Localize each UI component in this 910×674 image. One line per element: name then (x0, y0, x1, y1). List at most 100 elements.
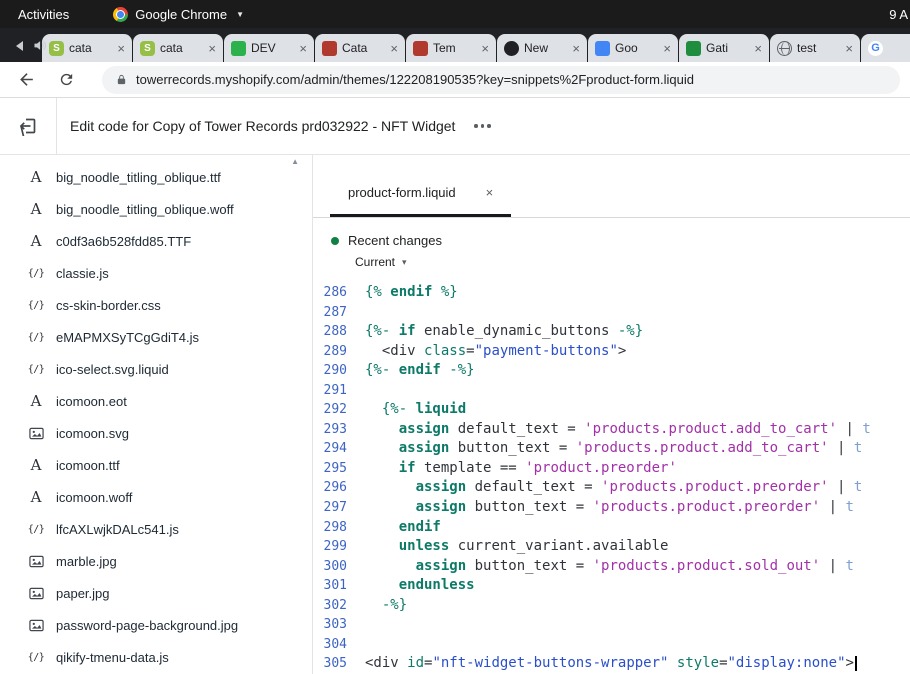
file-item[interactable]: Abig_noodle_titling_oblique.woff (0, 193, 312, 225)
file-item[interactable]: icomoon.svg (0, 417, 312, 449)
file-item[interactable]: {/}cs-skin-border.css (0, 289, 312, 321)
file-item[interactable]: {/}classie.js (0, 257, 312, 289)
chevron-down-icon: ▾ (402, 257, 407, 268)
code-area[interactable]: 286{% endif %}287288{%- if enable_dynami… (313, 283, 910, 674)
code-line[interactable]: 305<div id="nft-widget-buttons-wrapper" … (313, 654, 910, 674)
file-item[interactable]: {/}eMAPMXSyTCgGdiT4.js (0, 321, 312, 353)
code-file-icon: {/} (27, 364, 45, 375)
code-line-content: endif (347, 518, 441, 538)
line-number: 305 (313, 654, 347, 674)
globe-favicon (777, 41, 792, 56)
code-line[interactable]: 298 endif (313, 518, 910, 538)
file-item[interactable]: Ac0df3a6b528fdd85.TTF (0, 225, 312, 257)
file-item[interactable]: paper.jpg (0, 577, 312, 609)
more-options-icon[interactable] (470, 118, 495, 134)
code-line[interactable]: 286{% endif %} (313, 283, 910, 303)
file-item[interactable]: Aicomoon.eot (0, 385, 312, 417)
code-line-content: {%- liquid (347, 400, 466, 420)
line-number: 288 (313, 322, 347, 342)
font-file-icon: A (27, 200, 45, 218)
tab-close-icon[interactable]: × (481, 42, 489, 55)
lock-icon (116, 73, 127, 86)
square-favicon (595, 41, 610, 56)
code-line[interactable]: 294 assign button_text = 'products.produ… (313, 439, 910, 459)
browser-tab[interactable]: Gati× (679, 34, 769, 62)
exit-button[interactable] (0, 98, 57, 154)
version-meta: Recent changes Current ▾ (313, 218, 910, 283)
file-item[interactable]: Abig_noodle_titling_oblique.ttf (0, 161, 312, 193)
code-line[interactable]: 289 <div class="payment-buttons"> (313, 342, 910, 362)
audio-speaker-icon (32, 38, 47, 53)
tab-close-icon[interactable]: × (390, 42, 398, 55)
tab-close-icon[interactable]: × (845, 42, 853, 55)
code-line[interactable]: 288{%- if enable_dynamic_buttons -%} (313, 322, 910, 342)
tab-close-icon[interactable]: × (663, 42, 671, 55)
tab-close-icon[interactable]: × (754, 42, 762, 55)
code-line-content: unless current_variant.available (347, 537, 668, 557)
code-file-icon: {/} (27, 524, 45, 535)
editor-tab-product-form[interactable]: product-form.liquid × (330, 171, 511, 217)
code-line-content: {% endif %} (347, 283, 458, 303)
browser-tab[interactable]: DEV× (224, 34, 314, 62)
url-text: towerrecords.myshopify.com/admin/themes/… (136, 72, 694, 87)
file-name: classie.js (56, 266, 109, 281)
browser-tab[interactable]: test × (770, 34, 860, 62)
tab-close-icon[interactable]: × (117, 42, 125, 55)
reload-button[interactable] (54, 68, 78, 92)
line-number: 297 (313, 498, 347, 518)
file-name: eMAPMXSyTCgGdiT4.js (56, 330, 199, 345)
browser-tab[interactable]: Scata× (133, 34, 223, 62)
tab-close-icon[interactable]: × (208, 42, 216, 55)
code-line[interactable]: 297 assign button_text = 'products.produ… (313, 498, 910, 518)
code-line[interactable]: 292 {%- liquid (313, 400, 910, 420)
code-line[interactable]: 291 (313, 381, 910, 401)
code-line[interactable]: 304 (313, 635, 910, 655)
tab-close-icon[interactable]: × (572, 42, 580, 55)
tab-title: test (797, 41, 840, 55)
code-line[interactable]: 296 assign default_text = 'products.prod… (313, 478, 910, 498)
exit-icon (18, 116, 38, 136)
tab-scroll-left-icon[interactable] (16, 41, 23, 51)
line-number: 294 (313, 439, 347, 459)
file-name: big_noodle_titling_oblique.ttf (56, 170, 221, 185)
file-item[interactable]: {/} ico-select.svg.liquid (0, 353, 312, 385)
browser-tab[interactable]: G (861, 34, 910, 62)
file-item[interactable]: Aicomoon.woff (0, 481, 312, 513)
code-line[interactable]: 301 endunless (313, 576, 910, 596)
browser-tab[interactable]: Scata× (42, 34, 132, 62)
code-line[interactable]: 295 if template == 'product.preorder' (313, 459, 910, 479)
omnibox[interactable]: towerrecords.myshopify.com/admin/themes/… (102, 66, 900, 94)
file-item[interactable]: {/}lfcAXLwjkDALc541.js (0, 513, 312, 545)
editor-panel: product-form.liquid × Recent changes Cur… (313, 155, 910, 674)
back-button[interactable] (14, 68, 38, 92)
browser-tab[interactable]: Cata× (315, 34, 405, 62)
screen: Activities Google Chrome ▼ 9 A Scata×Sca… (0, 0, 910, 674)
browser-tab[interactable]: Tem× (406, 34, 496, 62)
file-item[interactable]: {/}qikify-tmenu-data.js (0, 641, 312, 673)
text-cursor (855, 656, 857, 671)
file-item[interactable]: Aicomoon.ttf (0, 449, 312, 481)
file-list: ▲ Abig_noodle_titling_oblique.ttfAbig_no… (0, 155, 313, 674)
code-line[interactable]: 287 (313, 303, 910, 323)
browser-tab[interactable]: Goo × (588, 34, 678, 62)
browser-tab[interactable]: New× (497, 34, 587, 62)
code-line-content: <div class="payment-buttons"> (347, 342, 626, 362)
tab-title: Goo (615, 41, 658, 55)
file-item[interactable]: marble.jpg (0, 545, 312, 577)
version-dropdown[interactable]: Current ▾ (355, 255, 910, 269)
file-name: ico-select.svg.liquid (56, 362, 169, 377)
code-line[interactable]: 300 assign button_text = 'products.produ… (313, 557, 910, 577)
activities-button[interactable]: Activities (10, 7, 77, 22)
line-number: 299 (313, 537, 347, 557)
code-line[interactable]: 290{%- endif -%} (313, 361, 910, 381)
code-line[interactable]: 293 assign default_text = 'products.prod… (313, 420, 910, 440)
tab-close-icon[interactable]: × (299, 42, 307, 55)
file-item[interactable]: password-page-background.jpg (0, 609, 312, 641)
code-line[interactable]: 303 (313, 615, 910, 635)
scrollbar-up-icon[interactable]: ▲ (291, 157, 299, 166)
active-app-indicator[interactable]: Google Chrome ▼ (113, 7, 244, 22)
image-file-icon (27, 425, 45, 441)
close-icon[interactable]: × (486, 185, 494, 200)
code-line[interactable]: 302 -%} (313, 596, 910, 616)
code-line[interactable]: 299 unless current_variant.available (313, 537, 910, 557)
